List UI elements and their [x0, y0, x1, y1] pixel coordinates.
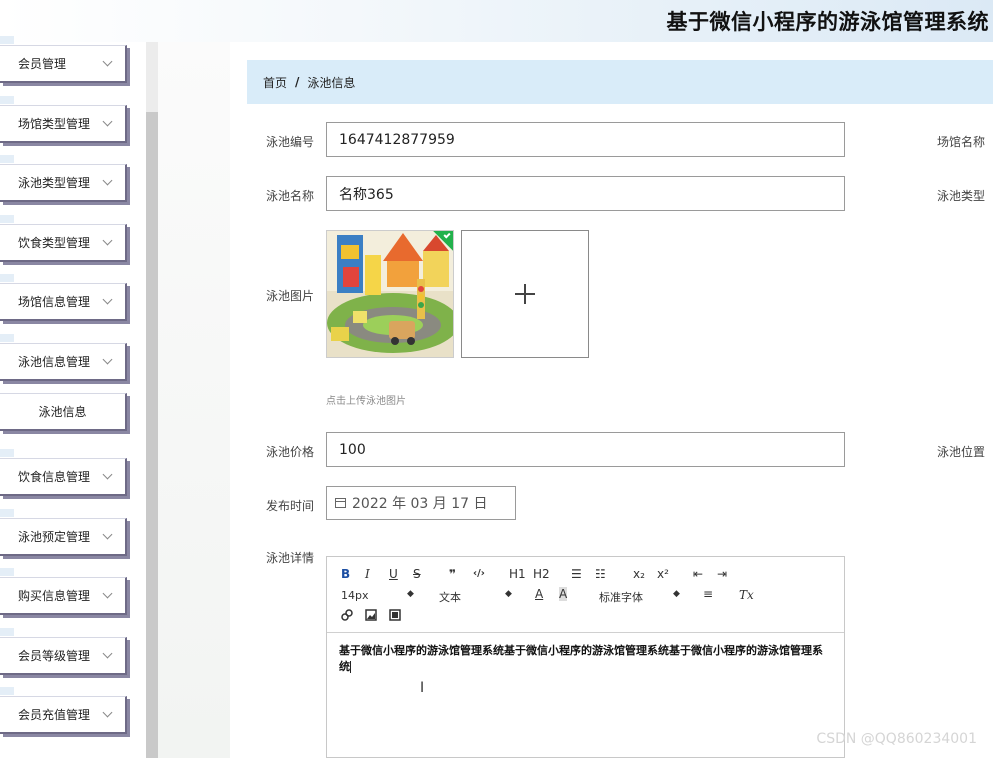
- text-style-select[interactable]: 文本: [439, 589, 461, 605]
- ordered-list-button[interactable]: ☰: [571, 567, 582, 581]
- publish-time-value: 2022 年 03 月 17 日: [352, 496, 488, 512]
- pool-price-input[interactable]: 100: [326, 432, 845, 467]
- chevron-down-icon: [102, 56, 113, 67]
- chevron-down-icon: [102, 235, 113, 246]
- breadcrumb-current: 泳池信息: [307, 75, 356, 90]
- chevron-down-icon: [102, 648, 113, 659]
- sidebar-item-label: 饮食信息管理: [18, 470, 91, 484]
- italic-button[interactable]: I: [365, 567, 370, 581]
- text-cursor-icon: I: [420, 680, 425, 696]
- font-color-button[interactable]: A: [535, 587, 543, 601]
- upload-hint: 点击上传泳池图片: [326, 396, 406, 407]
- publish-time-label: 发布时间: [266, 499, 315, 513]
- sidebar-item-label: 场馆信息管理: [18, 295, 91, 309]
- chevron-down-icon: [102, 707, 113, 718]
- chevron-updown-icon: ◆: [673, 589, 680, 599]
- uploaded-image-thumbnail[interactable]: [326, 230, 454, 358]
- pool-name-input[interactable]: 名称365: [326, 176, 845, 211]
- link-icon[interactable]: [341, 609, 353, 624]
- sidebar-item-food-info[interactable]: 饮食信息管理: [0, 449, 127, 496]
- sidebar-item-pool-type[interactable]: 泳池类型管理: [0, 155, 127, 202]
- toy-blocks-image: [327, 231, 453, 357]
- sidebar-item-label: 场馆类型管理: [18, 117, 91, 131]
- sidebar-item-venue-type[interactable]: 场馆类型管理: [0, 96, 127, 143]
- sidebar-subitem-pool-info[interactable]: 泳池信息: [0, 393, 127, 431]
- editor-toolbar: B I U S ❞ ‹/› H1 H2 ☰ ☷ x₂ x² ⇤ ⇥ 14px ◆…: [327, 557, 844, 633]
- rich-text-editor: B I U S ❞ ‹/› H1 H2 ☰ ☷ x₂ x² ⇤ ⇥ 14px ◆…: [326, 556, 845, 758]
- sidebar-scrollbar[interactable]: [146, 112, 158, 758]
- pool-image-label: 泳池图片: [266, 289, 315, 303]
- publish-time-picker[interactable]: 2022 年 03 月 17 日: [326, 486, 516, 520]
- font-family-select[interactable]: 标准字体: [599, 589, 643, 605]
- chevron-down-icon: [102, 175, 113, 186]
- code-button[interactable]: ‹/›: [473, 568, 485, 579]
- text-caret: [350, 661, 351, 673]
- sidebar-item-pool-booking[interactable]: 泳池预定管理: [0, 509, 127, 556]
- chevron-down-icon: [102, 469, 113, 480]
- plus-icon-vertical: [524, 284, 526, 304]
- outdent-button[interactable]: ⇤: [693, 567, 703, 581]
- sidebar-scrollbar-track: [146, 42, 158, 112]
- pool-location-label: 泳池位置: [937, 445, 986, 459]
- align-button[interactable]: ≡: [703, 587, 713, 601]
- chevron-down-icon: [102, 529, 113, 540]
- chevron-updown-icon: ◆: [407, 589, 414, 599]
- sidebar-item-pool-info[interactable]: 泳池信息管理: [0, 334, 127, 381]
- breadcrumb: 首页 / 泳池信息: [247, 60, 993, 104]
- video-icon[interactable]: [389, 609, 401, 624]
- font-size-select[interactable]: 14px: [341, 589, 369, 602]
- pool-id-label: 泳池编号: [266, 135, 315, 149]
- sidebar-item-label: 会员管理: [18, 57, 67, 71]
- pool-id-input[interactable]: 1647412877959: [326, 122, 845, 157]
- superscript-button[interactable]: x²: [657, 567, 669, 581]
- underline-button[interactable]: U: [389, 567, 398, 581]
- sidebar: 会员管理 场馆类型管理 泳池类型管理 饮食类型管理 场馆信息管理 泳池信息管理 …: [0, 36, 158, 758]
- watermark: CSDN @QQ860234001: [816, 731, 977, 747]
- app-title: 基于微信小程序的游泳馆管理系统: [666, 10, 989, 34]
- sidebar-item-label: 会员充值管理: [18, 708, 91, 722]
- pool-type-label: 泳池类型: [937, 189, 986, 203]
- editor-text: 基于微信小程序的游泳馆管理系统基于微信小程序的游泳馆管理系统基于微信小程序的游泳…: [339, 644, 823, 673]
- sidebar-item-food-type[interactable]: 饮食类型管理: [0, 215, 127, 262]
- sidebar-item-label: 泳池预定管理: [18, 530, 91, 544]
- sidebar-item-member[interactable]: 会员管理: [0, 36, 127, 83]
- chevron-down-icon: [102, 294, 113, 305]
- sidebar-item-member-recharge[interactable]: 会员充值管理: [0, 687, 127, 734]
- breadcrumb-home[interactable]: 首页: [263, 74, 287, 91]
- quote-button[interactable]: ❞: [449, 567, 456, 581]
- chevron-down-icon: [102, 588, 113, 599]
- top-bar: 基于微信小程序的游泳馆管理系统: [0, 0, 993, 42]
- image-icon[interactable]: [365, 609, 377, 624]
- sidebar-item-label: 购买信息管理: [18, 589, 91, 603]
- sidebar-item-member-level[interactable]: 会员等级管理: [0, 628, 127, 675]
- upload-add-button[interactable]: [461, 230, 589, 358]
- bold-button[interactable]: B: [341, 567, 350, 581]
- background-strip: [158, 42, 230, 758]
- calendar-icon: [335, 498, 346, 508]
- h2-button[interactable]: H2: [533, 567, 550, 581]
- chevron-down-icon: [102, 116, 113, 127]
- pool-price-label: 泳池价格: [266, 445, 315, 459]
- venue-name-label: 场馆名称: [937, 135, 986, 149]
- sidebar-item-label: 泳池信息管理: [18, 355, 91, 369]
- pool-name-label: 泳池名称: [266, 189, 315, 203]
- chevron-updown-icon: ◆: [505, 589, 512, 599]
- breadcrumb-separator: /: [295, 75, 300, 89]
- editor-content[interactable]: 基于微信小程序的游泳馆管理系统基于微信小程序的游泳馆管理系统基于微信小程序的游泳…: [339, 643, 829, 675]
- strike-button[interactable]: S: [413, 567, 421, 581]
- sidebar-item-label: 饮食类型管理: [18, 236, 91, 250]
- sidebar-item-label: 会员等级管理: [18, 649, 91, 663]
- chevron-down-icon: [102, 354, 113, 365]
- sidebar-item-purchase[interactable]: 购买信息管理: [0, 568, 127, 615]
- background-color-button[interactable]: A: [559, 587, 568, 601]
- indent-button[interactable]: ⇥: [717, 567, 727, 581]
- bullet-list-button[interactable]: ☷: [595, 567, 606, 581]
- clear-format-button[interactable]: Tx: [739, 588, 754, 602]
- sidebar-item-venue-info[interactable]: 场馆信息管理: [0, 274, 127, 321]
- h1-button[interactable]: H1: [509, 567, 526, 581]
- sidebar-item-label: 泳池类型管理: [18, 176, 91, 190]
- pool-detail-label: 泳池详情: [266, 551, 315, 565]
- subscript-button[interactable]: x₂: [633, 567, 645, 581]
